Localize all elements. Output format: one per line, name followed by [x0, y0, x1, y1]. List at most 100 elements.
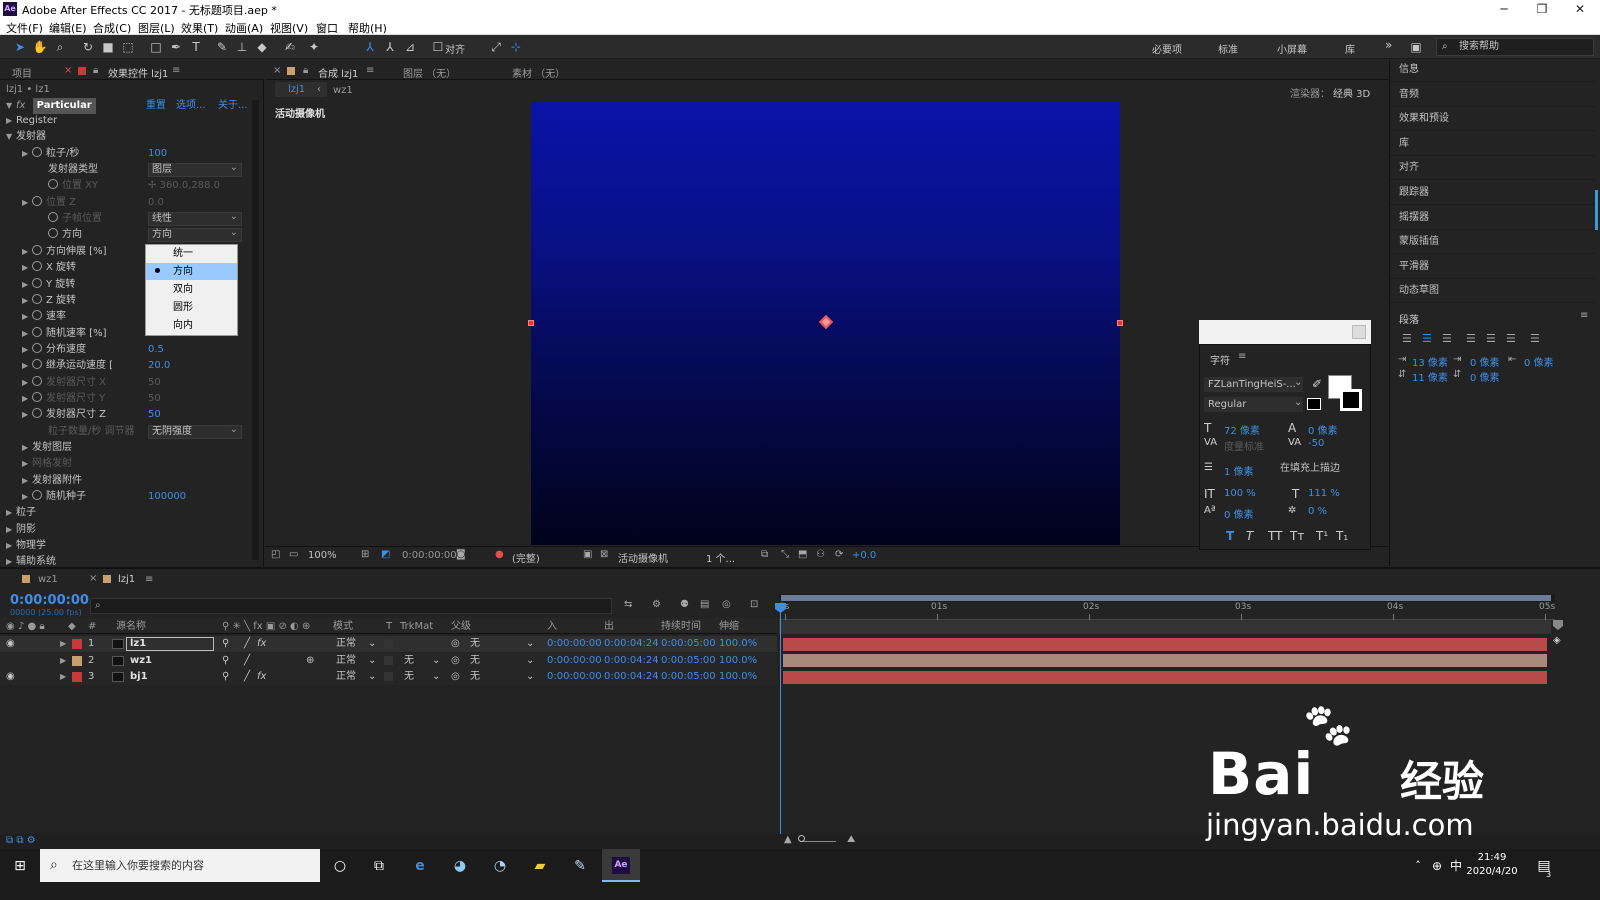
out-point[interactable]: 0:00:04:24	[604, 653, 659, 669]
dropdown-option-uniform[interactable]: 统一	[146, 245, 237, 262]
tab-timeline-wz1[interactable]: wz1	[38, 574, 58, 585]
shy-layers-icon[interactable]: ⚉	[680, 599, 689, 610]
quality-switch-icon[interactable]: ╱	[244, 653, 250, 669]
property-value[interactable]: 20.0	[148, 358, 170, 374]
menu-effect[interactable]: 效果(T)	[181, 20, 218, 36]
preserve-transparency-box[interactable]	[384, 655, 393, 665]
kerning-value[interactable]: 度量标准	[1224, 438, 1264, 453]
character-menu-icon[interactable]: ≡	[1238, 351, 1246, 362]
layer-expand-icon[interactable]: ▶	[60, 669, 66, 685]
workspace-standard[interactable]: 标准	[1218, 41, 1238, 56]
effect-property-row[interactable]: ▼ 发射器	[6, 129, 252, 145]
cortana-icon[interactable]: ○	[328, 856, 352, 876]
edge-browser-icon[interactable]: e	[408, 856, 432, 876]
effect-property-row[interactable]: ▶ 物理学	[6, 538, 252, 554]
layer-expand-icon[interactable]: ▶	[60, 636, 66, 652]
tab-project[interactable]: 项目	[12, 65, 32, 80]
app-chat-icon[interactable]: ◔	[488, 856, 512, 876]
effect-property-row[interactable]: ▶ 发射器尺寸 Y 50	[22, 391, 252, 407]
comp-lock-icon[interactable]: 🔒︎	[303, 65, 308, 76]
out-point[interactable]: 0:00:04:24	[604, 669, 659, 685]
options-link[interactable]: 选项...	[176, 98, 206, 114]
stopwatch-icon[interactable]	[32, 195, 42, 206]
character-panel-grip-icon[interactable]	[1352, 325, 1366, 339]
dropdown-option-inward[interactable]: 向内	[146, 317, 237, 334]
property-value[interactable]: 0.0	[148, 195, 164, 211]
layer-handle-right[interactable]	[1117, 320, 1123, 326]
expand-triangle-icon[interactable]: ▶	[22, 309, 32, 325]
space-after-value[interactable]: 0 像素	[1470, 369, 1500, 384]
maximize-button[interactable]: ❐	[1524, 0, 1560, 18]
stopwatch-icon[interactable]	[32, 408, 42, 419]
preserve-transparency-box[interactable]	[384, 639, 393, 648]
quality-switch-icon[interactable]: ╱	[244, 636, 250, 652]
ime-indicator[interactable]: 中	[1444, 856, 1468, 876]
safe-zones-icon[interactable]: ⊞	[361, 549, 369, 560]
dropdown-option-disc[interactable]: 圆形	[146, 299, 237, 316]
align-right-icon[interactable]: ☰	[1442, 332, 1452, 345]
trkmat-select[interactable]: 无	[404, 653, 414, 669]
zoom-tool-icon[interactable]: ⌕	[52, 39, 68, 55]
right-panel-7[interactable]: 蒙版插值	[1390, 230, 1595, 255]
expand-triangle-icon[interactable]: ▶	[22, 489, 32, 505]
baseline-shift-value[interactable]: 0 像素	[1224, 506, 1254, 521]
expand-triangle-icon[interactable]: ▶	[22, 456, 32, 472]
shy-switch-icon[interactable]: ⚲	[222, 653, 229, 669]
zoom-select[interactable]: 100%	[308, 550, 337, 561]
effect-property-row[interactable]: ▶ 网格发射	[22, 456, 252, 472]
character-panel-header[interactable]	[1199, 320, 1371, 344]
tab-effect-controls[interactable]: 效果控件 lzj1	[108, 65, 168, 80]
subscript-button[interactable]: T₁	[1336, 529, 1348, 543]
frame-blending-icon[interactable]: ▤	[700, 599, 709, 610]
right-panel-5[interactable]: 跟踪器	[1390, 181, 1595, 205]
anchor-point-icon[interactable]	[818, 314, 834, 330]
justify-left-icon[interactable]: ☰	[1466, 332, 1476, 345]
fx-toggle[interactable]: fx	[16, 100, 25, 111]
vertical-scale-value[interactable]: 100 %	[1224, 488, 1256, 499]
playhead-line[interactable]	[780, 603, 781, 835]
pick-whip-icon[interactable]: ◎	[451, 636, 460, 652]
fast-previews-icon[interactable]: ⤡	[781, 549, 789, 560]
right-panel-9[interactable]: 动态草图	[1390, 279, 1595, 304]
blend-mode-select[interactable]: 正常	[336, 653, 356, 669]
font-size-value[interactable]: 72 像素	[1224, 422, 1260, 437]
snap-grid-icon[interactable]: ⊹	[508, 39, 524, 55]
layer-duration-bar[interactable]	[783, 670, 1547, 684]
align-left-icon[interactable]: ☰	[1402, 332, 1412, 345]
layer-name-field[interactable]	[126, 637, 214, 651]
timeline-search-input[interactable]: ⌕	[90, 598, 612, 614]
visibility-eye-icon[interactable]: ◉	[6, 669, 15, 685]
indent-left-value[interactable]: 13 像素	[1412, 354, 1448, 369]
toggle-pixel-aspect-icon[interactable]: ⧉	[761, 549, 768, 560]
transparency-grid-icon[interactable]: ⊠	[600, 549, 608, 560]
fx-switch[interactable]: fx	[257, 669, 266, 685]
parent-select[interactable]: 无	[470, 669, 480, 685]
comp-mini-flowchart-icon[interactable]: ⇆	[624, 599, 632, 610]
layer-label-color[interactable]	[72, 655, 82, 666]
effect-property-row[interactable]: 粒子数量/秒 调节器 无阴强度	[38, 424, 252, 440]
effect-property-row[interactable]: 发射器类型 图层	[38, 162, 252, 178]
superscript-button[interactable]: T¹	[1316, 529, 1328, 543]
property-dropdown[interactable]: 图层	[148, 162, 242, 178]
zoom-slider[interactable]	[800, 841, 836, 842]
dropdown-option-bidirectional[interactable]: 双向	[146, 281, 237, 298]
stopwatch-icon[interactable]	[32, 375, 42, 386]
hand-tool-icon[interactable]: ✋	[32, 39, 48, 55]
about-link[interactable]: 关于...	[218, 98, 248, 114]
eraser-tool-icon[interactable]: ◆	[254, 39, 270, 55]
close-button[interactable]: ✕	[1562, 0, 1598, 18]
snap-edge-icon[interactable]: ⤢	[488, 39, 504, 55]
layer-row[interactable]: ◉ ▶ 3 bj1 ⚲ ╱ fx 正常 ⌄ 无 ⌄ ◎ 无 ⌄ 0:00:00:00 0:00:04:24 0:…	[0, 669, 777, 685]
minimize-button[interactable]: ─	[1486, 0, 1522, 18]
stopwatch-icon[interactable]	[32, 490, 42, 501]
layer-handle-left[interactable]	[528, 320, 534, 326]
comp-menu-icon[interactable]: ≡	[366, 65, 374, 76]
property-value[interactable]: 0.5	[148, 342, 164, 358]
clone-stamp-tool-icon[interactable]: ⊥	[234, 39, 250, 55]
stopwatch-icon[interactable]	[32, 359, 42, 370]
snap-checkbox-icon[interactable]: ☐	[430, 39, 446, 55]
stopwatch-icon[interactable]	[32, 391, 42, 402]
work-area-bar[interactable]	[779, 594, 1555, 602]
panel-menu-icon[interactable]: ≡	[172, 65, 180, 76]
pen-tool-icon[interactable]: ✒	[168, 39, 184, 55]
